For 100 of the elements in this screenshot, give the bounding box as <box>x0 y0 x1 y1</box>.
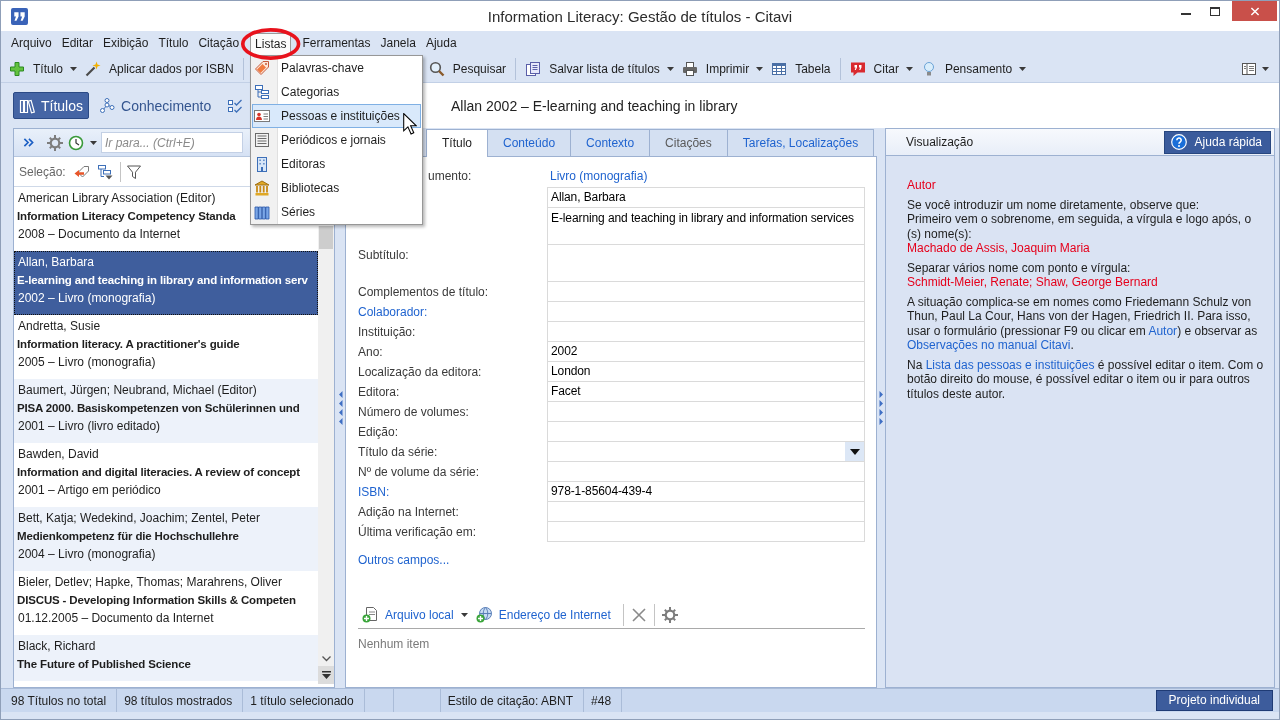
field-label-link[interactable]: Colaborador: <box>358 305 428 319</box>
document-type-link[interactable]: Livro (monografia) <box>547 166 648 188</box>
menu-option[interactable]: Bibliotecas <box>252 176 422 200</box>
network-icon <box>99 97 115 114</box>
toolbar-button[interactable]: Pensamento <box>916 56 1031 81</box>
field-label-link[interactable]: ISBN: <box>358 485 390 499</box>
help-text: Na Lista das pessoas e instituições é possível editar o item. Com o botão direito do mouse, é possível editar o item ou ir para outros títulos deste autor. <box>907 357 1264 401</box>
scroll-to-end-button[interactable] <box>318 666 334 684</box>
menu-item[interactable]: Exibição <box>98 33 154 55</box>
close-button[interactable] <box>1232 1 1277 21</box>
tab[interactable]: Conteúdo <box>487 129 572 156</box>
combo-field[interactable] <box>547 441 865 462</box>
input-field[interactable]: Allan, Barbara <box>547 187 865 208</box>
input-field[interactable]: 2002 <box>547 341 865 362</box>
input-field[interactable] <box>547 281 865 302</box>
field-label: Instituição: <box>358 325 416 339</box>
field-label: Ano: <box>358 345 383 359</box>
title-list-item[interactable]: Baumert, Jürgen; Neubrand, Michael (Editor) PISA 2000. Basiskompetenzen von Schülerinnen und 2001 – Livro (livro editado) <box>14 379 318 443</box>
menu-option[interactable]: Palavras-chave <box>252 56 422 80</box>
menu-item[interactable]: Título <box>153 33 194 55</box>
help-link[interactable]: Autor <box>1148 323 1178 338</box>
title-list-item[interactable]: Bett, Katja; Wedekind, Joachim; Zentel, Peter Medienkompetenz für die Hochschullehre 2004 – Livro (monografia) <box>14 507 318 571</box>
title-list-item[interactable]: Andretta, Susie Information literacy. A practitioner's guide 2005 – Livro (monografia) <box>14 315 318 379</box>
input-field[interactable] <box>547 501 865 522</box>
text-area[interactable]: E-learning and teaching in library and information services <box>547 207 865 245</box>
input-field[interactable] <box>547 421 865 442</box>
menu-option[interactable]: Periódicos e jornais <box>252 128 422 152</box>
tab[interactable]: Contexto <box>570 129 651 156</box>
checklist-icon <box>227 97 244 114</box>
input-field[interactable] <box>547 301 865 322</box>
menu-option[interactable]: Pessoas e instituições <box>252 104 422 128</box>
table-icon <box>771 60 788 77</box>
input-field[interactable]: London <box>547 361 865 382</box>
help-icon <box>1170 134 1187 150</box>
year-type-text: 2002 – Livro (monografia) <box>17 290 156 307</box>
menu-option[interactable]: Séries <box>252 200 422 224</box>
title-list-item[interactable]: Bawden, David Information and digital literacies. A review of concept 2001 – Artigo em periódico <box>14 443 318 507</box>
clock-icon[interactable] <box>68 134 84 151</box>
view-tab[interactable]: Conhecimento <box>93 92 218 119</box>
menu-item[interactable]: Citação <box>193 33 245 55</box>
attachment-button[interactable]: Endereço de Internet <box>473 602 613 627</box>
toolbar-button[interactable]: Imprimir <box>677 56 768 81</box>
field-label: Adição na Internet: <box>358 505 459 519</box>
menu-item[interactable]: Arquivo <box>6 33 57 55</box>
help-text: A situação complica-se em nomes como Friedemann Schulz von Thun, Paul La Cour, Hans von der Hagen, Friedrich II. Para isso, usar o formulário (pressionar F9 ou clicar em Autor) e observar as Observações no manual Citavi. <box>907 294 1259 353</box>
menu-option[interactable]: Editoras <box>252 152 422 176</box>
status-text: 1 título selecionado <box>243 689 365 712</box>
title-list-item[interactable]: Allan, Barbara E-learning and teaching in library and information serv 2002 – Livro (monografia) <box>14 251 318 315</box>
minimize-icon <box>1180 13 1191 15</box>
input-field[interactable]: 978-1-85604-439-4 <box>547 481 865 502</box>
cross-icon <box>630 606 647 623</box>
books-icon <box>19 97 35 114</box>
menu-item[interactable]: Ajuda <box>420 33 462 55</box>
input-field[interactable] <box>547 521 865 542</box>
toolbar-button[interactable]: Citar <box>845 56 917 81</box>
menu-item[interactable]: Editar <box>56 33 99 55</box>
help-text: Separar vários nome com ponto e vírgula: <box>907 260 1132 275</box>
input-field[interactable] <box>547 321 865 342</box>
toolbar-button[interactable]: Salvar lista de títulos <box>521 56 678 81</box>
toolbar-button[interactable]: Título <box>5 56 81 81</box>
double-chevron-icon[interactable] <box>23 137 34 148</box>
title-list-item[interactable]: Bieler, Detlev; Hapke, Thomas; Marahrens, Oliver DISCUS - Developing Information Skills & Competen 01.12.2005 – Documento da Internet <box>14 571 318 635</box>
scrollbar-thumb[interactable] <box>319 226 333 249</box>
input-field[interactable]: Facet <box>547 381 865 402</box>
tab[interactable]: Título <box>426 129 488 157</box>
dropdown-arrow-icon <box>849 448 860 455</box>
title-text: Medienkompetenz für die Hochschullehre <box>17 529 239 544</box>
title-text: E-learning and teaching in library and information serv <box>17 273 308 288</box>
author-text: Allan, Barbara <box>17 254 95 271</box>
dropdown-button[interactable] <box>845 442 864 461</box>
menu-item[interactable]: Janela <box>375 33 421 55</box>
reference-title: Allan 2002 – E-learning and teaching in library <box>451 97 738 114</box>
toolbar-button[interactable]: Pesquisar <box>424 56 511 81</box>
filter-icon[interactable] <box>125 163 142 180</box>
year-type-text: 2001 – Livro (livro editado) <box>17 418 161 435</box>
input-field[interactable] <box>547 401 865 422</box>
input-field[interactable] <box>547 461 865 482</box>
search-field[interactable]: Ir para... (Ctrl+E) <box>101 132 243 153</box>
toolbar-button[interactable]: Aplicar dados por ISBN <box>81 56 238 81</box>
menu-option[interactable]: Categorias <box>252 80 422 104</box>
author-text: Black, Richard <box>17 638 96 655</box>
tab[interactable]: Tarefas, Localizações <box>726 129 875 156</box>
toolbar-button[interactable]: Tabela <box>767 56 835 81</box>
view-tab[interactable]: Títulos <box>13 92 89 119</box>
chevron-down-icon[interactable] <box>321 656 331 662</box>
menu-item[interactable]: Listas <box>250 33 292 55</box>
year-type-text: 2004 – Livro (monografia) <box>17 546 156 563</box>
tag-arrow-icon[interactable] <box>73 163 90 180</box>
splitter-grip-icon[interactable] <box>337 390 343 426</box>
gear-icon <box>661 606 678 623</box>
hierarchy-arrow-icon[interactable] <box>96 163 113 180</box>
splitter-grip-icon[interactable] <box>878 390 884 426</box>
menu-item[interactable]: Ferramentas <box>297 33 376 55</box>
field-label: Nº de volume da série: <box>358 465 480 479</box>
more-fields-link[interactable]: Outros campos... <box>358 552 450 568</box>
help-link[interactable]: Lista das pessoas e instituições <box>925 357 1095 372</box>
title-list-item[interactable]: Black, Richard The Future of Published Science <box>14 635 318 681</box>
quick-help-button[interactable]: Ajuda rápida <box>1163 130 1271 154</box>
attachment-button[interactable]: Arquivo local <box>360 602 470 627</box>
tag-icon <box>254 60 271 76</box>
